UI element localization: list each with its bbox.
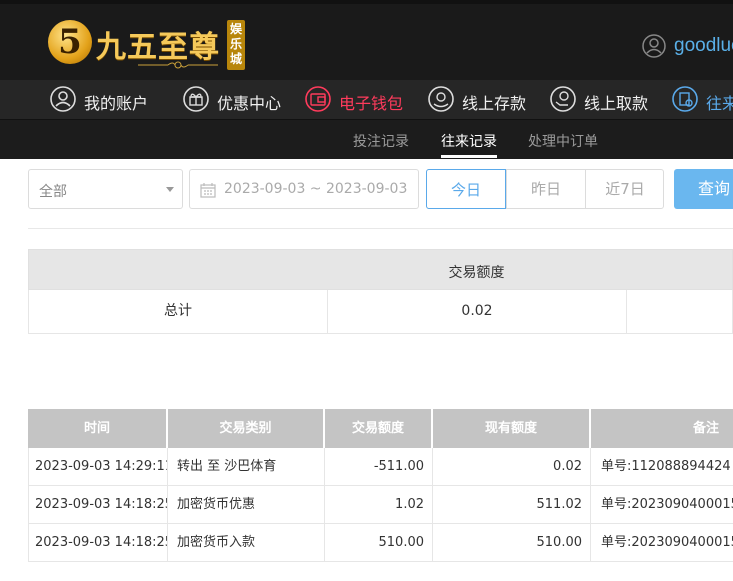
cell-time: 2023-09-03 14:29:11 — [35, 459, 167, 474]
deposit-icon — [428, 86, 454, 112]
nav-label: 线上存款 — [462, 94, 527, 113]
main-nav: 我的账户 优惠中心 电子钱包 线上存款 线上取款 往来 — [0, 80, 733, 120]
summary-header-label: 交易额度 — [448, 265, 505, 281]
logo-sub-char: 娱 — [229, 22, 242, 36]
cell-note: 单号:20230904000156 — [601, 497, 733, 512]
cell-type: 加密货币优惠 — [177, 497, 256, 512]
cell-note: 单号:112088894424 — [601, 459, 731, 474]
site-header: 5 九五至尊 娱乐城 goodluc — [0, 0, 733, 80]
quick-range-group: 今日 昨日 近7日 — [426, 169, 664, 209]
calendar-icon — [200, 183, 216, 198]
cell-divider — [432, 448, 433, 485]
nav-label: 电子钱包 — [339, 94, 404, 113]
table-row: 2023-09-03 14:18:25 加密货币入款 510.00 510.00… — [28, 524, 733, 562]
cell-balance: 510.00 — [536, 535, 583, 550]
sub-nav: 投注记录 往来记录 处理中订单 — [0, 120, 733, 159]
date-range-input[interactable]: 2023-09-03 ~ 2023-09-03 — [189, 169, 419, 209]
logo-badge: 5 — [48, 20, 92, 64]
cell-divider — [324, 524, 325, 561]
subnav-transaction-records[interactable]: 往来记录 — [441, 131, 497, 151]
date-range-value: 2023-09-03 ~ 2023-09-03 — [224, 181, 408, 197]
chevron-down-icon — [166, 187, 174, 192]
username[interactable]: goodluc — [674, 35, 733, 57]
query-button[interactable]: 查询 — [674, 169, 733, 209]
logo-sub-char: 乐 — [229, 37, 242, 51]
cell-type: 转出 至 沙巴体育 — [177, 459, 277, 474]
summary-row: 总计 0.02 — [28, 290, 733, 334]
withdraw-icon — [550, 86, 576, 112]
cell-balance: 511.02 — [536, 497, 583, 512]
type-select-value: 全部 — [39, 184, 67, 200]
cell-note: 单号:20230904000156 — [601, 535, 733, 550]
logo-ornament-icon — [138, 61, 218, 69]
nav-label: 我的账户 — [84, 94, 149, 113]
user-avatar-icon — [642, 34, 666, 58]
summary-total-label: 总计 — [164, 303, 192, 319]
table-row: 2023-09-03 14:29:11 转出 至 沙巴体育 -511.00 0.… — [28, 448, 733, 486]
cell-divider — [432, 524, 433, 561]
logo-sub: 娱乐城 — [227, 20, 245, 70]
wallet-icon — [305, 86, 331, 112]
cell-time: 2023-09-03 14:18:25 — [35, 497, 167, 512]
cell-time: 2023-09-03 14:18:25 — [35, 535, 167, 550]
cell-divider — [626, 290, 627, 333]
range-last7-button[interactable]: 近7日 — [585, 169, 664, 209]
cell-divider — [590, 448, 591, 485]
subnav-active-indicator — [441, 155, 497, 158]
cell-divider — [432, 486, 433, 523]
col-amount: 交易额度 — [351, 421, 404, 436]
col-balance: 现有额度 — [484, 421, 537, 436]
records-icon — [672, 86, 698, 112]
summary-total-value: 0.02 — [461, 303, 493, 319]
subnav-pending-orders[interactable]: 处理中订单 — [528, 131, 598, 151]
site-logo[interactable]: 5 九五至尊 娱乐城 — [46, 16, 256, 74]
user-icon — [50, 86, 76, 112]
cell-divider — [167, 486, 168, 523]
nav-label: 线上取款 — [584, 94, 649, 113]
cell-divider — [167, 524, 168, 561]
cell-amount: 1.02 — [395, 497, 424, 512]
table-row: 2023-09-03 14:18:25 加密货币优惠 1.02 511.02 单… — [28, 486, 733, 524]
cell-amount: 510.00 — [378, 535, 425, 550]
logo-numeral: 5 — [58, 22, 82, 62]
divider — [28, 228, 733, 229]
cell-type: 加密货币入款 — [177, 535, 256, 550]
col-time: 时间 — [83, 421, 110, 436]
range-yesterday-button[interactable]: 昨日 — [506, 169, 585, 209]
col-note: 备注 — [692, 421, 719, 436]
subnav-bet-records[interactable]: 投注记录 — [353, 131, 409, 151]
type-select[interactable]: 全部 — [28, 169, 183, 209]
logo-sub-char: 城 — [229, 52, 242, 66]
nav-label: 优惠中心 — [217, 94, 282, 113]
col-type: 交易类别 — [219, 421, 272, 436]
cell-divider — [590, 524, 591, 561]
cell-divider — [590, 486, 591, 523]
cell-amount: -511.00 — [373, 459, 424, 474]
records-header: 时间 交易类别 交易额度 现有额度 备注 — [28, 409, 733, 448]
cell-divider — [324, 486, 325, 523]
cell-balance: 0.02 — [553, 459, 582, 474]
range-today-button[interactable]: 今日 — [426, 169, 506, 209]
cell-divider — [324, 448, 325, 485]
nav-label: 往来 — [706, 94, 733, 113]
gift-icon — [183, 86, 209, 112]
summary-header: 交易额度 — [28, 249, 733, 290]
cell-divider — [167, 448, 168, 485]
